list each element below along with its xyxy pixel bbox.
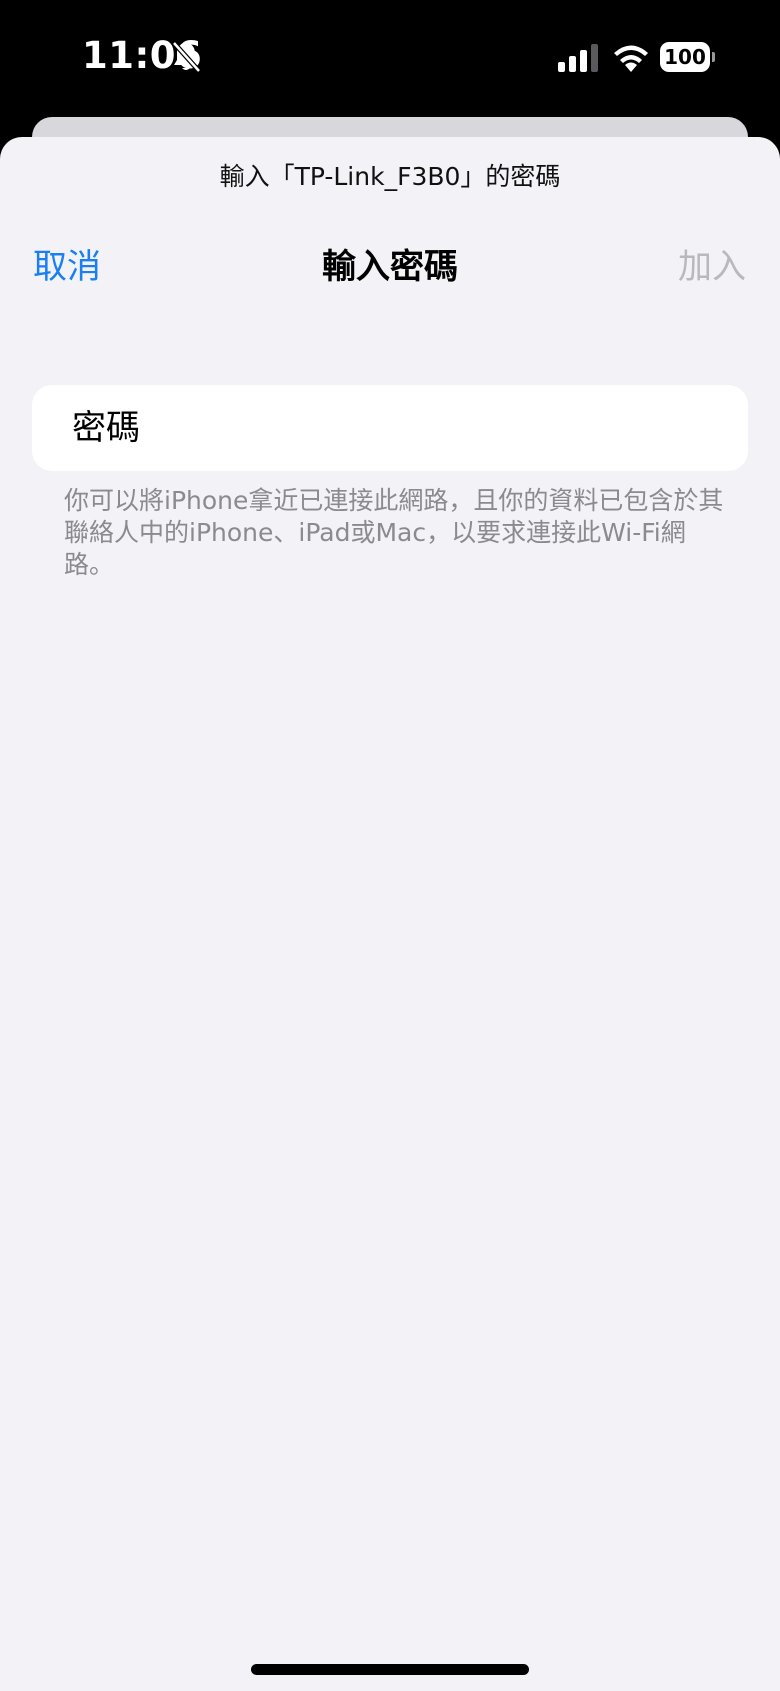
footer-note: 你可以將iPhone拿近已連接此網路，且你的資料已包含於其聯絡人中的iPhone… [64,486,724,579]
nav-title: 輸入密碼 [322,247,458,287]
home-indicator[interactable] [251,1664,529,1675]
password-label: 密碼 [72,408,140,448]
battery-nub [712,52,715,62]
network-prompt: 輸入「TP-Link_F3B0」的密碼 [219,162,561,191]
password-input[interactable] [232,385,726,473]
join-button[interactable]: 加入 [678,237,746,297]
bell-slash-icon [172,41,201,73]
cancel-button[interactable]: 取消 [33,237,101,297]
battery-level: 100 [660,42,710,72]
password-cell[interactable]: 密碼 [32,385,748,473]
password-sheet: 輸入「TP-Link_F3B0」的密碼 輸入密碼 取消 加入 密碼 你可以將iP… [0,137,780,1691]
nav-bar: 輸入密碼 取消 加入 [0,237,780,297]
cellular-signal-icon [558,44,598,72]
status-bar: 11:06 100 [0,0,780,118]
wifi-icon [614,45,648,72]
battery-icon: 100 [660,42,715,72]
